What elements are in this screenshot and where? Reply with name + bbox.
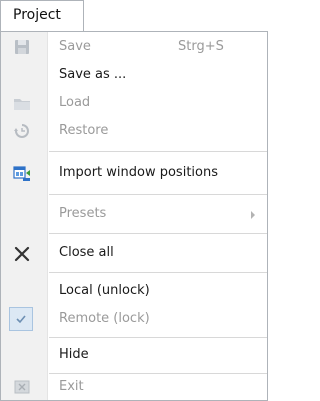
menu-separator (49, 233, 267, 234)
menu-item-exit[interactable]: Exit (1, 373, 267, 401)
project-menu-tab-label: Project (13, 7, 61, 23)
menu-item-hide[interactable]: Hide (1, 341, 267, 369)
menu-item-local-unlock[interactable]: Local (unlock) (1, 277, 267, 305)
menu-item-remote-lock[interactable]: Remote (lock) (1, 305, 267, 333)
menu-item-close-all-label: Close all (59, 245, 114, 260)
menu-item-exit-label: Exit (59, 379, 84, 394)
menu-separator (49, 194, 267, 195)
menu-item-local-unlock-label: Local (unlock) (59, 283, 150, 298)
submenu-arrow-icon (251, 211, 255, 219)
menu-item-import-window-positions[interactable]: Import window positions (1, 159, 267, 187)
menu-item-restore-label: Restore (59, 123, 109, 138)
checkmark-icon (16, 315, 26, 324)
import-window-icon (13, 164, 31, 182)
menu-item-import-window-positions-label: Import window positions (59, 165, 218, 180)
menu-item-presets-label: Presets (59, 206, 107, 221)
exit-icon (13, 378, 31, 396)
menu-separator (49, 151, 267, 152)
checked-indicator (9, 307, 33, 331)
folder-icon (13, 94, 31, 112)
menu-item-save-as-label: Save as ... (59, 67, 127, 82)
menu-item-close-all[interactable]: Close all (1, 239, 267, 267)
floppy-disk-icon (13, 38, 31, 56)
menu-item-restore[interactable]: Restore (1, 117, 267, 145)
menu-item-remote-lock-label: Remote (lock) (59, 311, 150, 326)
menu-item-save-shortcut: Strg+S (178, 39, 224, 54)
menu-item-presets[interactable]: Presets (1, 200, 267, 228)
menu-item-save-label: Save (59, 39, 91, 54)
close-x-icon (13, 244, 31, 262)
menu-separator (49, 272, 267, 273)
menu-item-save-as[interactable]: Save as ... (1, 61, 267, 89)
restore-icon (13, 122, 31, 140)
menu-item-hide-label: Hide (59, 347, 89, 362)
project-menu-tab[interactable]: Project (0, 0, 84, 32)
menu-item-save[interactable]: Save Strg+S (1, 33, 267, 61)
project-dropdown-menu: Save Strg+S Save as ... Load Restore Imp… (0, 31, 268, 401)
menu-separator (49, 337, 267, 338)
menu-bar: Project (0, 0, 274, 32)
menu-item-load[interactable]: Load (1, 89, 267, 117)
menu-item-load-label: Load (59, 95, 91, 110)
